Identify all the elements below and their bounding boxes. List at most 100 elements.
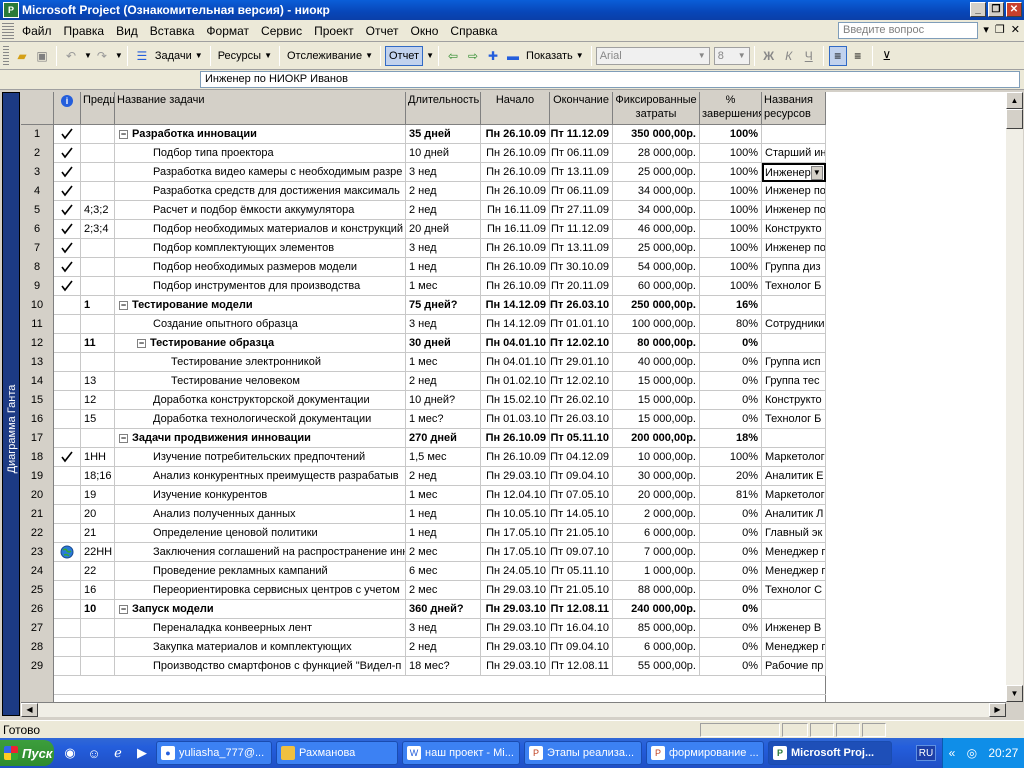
- row-number[interactable]: 29: [21, 657, 54, 676]
- start-cell[interactable]: Пн 26.10.09: [481, 448, 550, 467]
- percent-complete-cell[interactable]: 0%: [700, 410, 762, 429]
- percent-complete-cell[interactable]: 0%: [700, 657, 762, 676]
- indicators-header[interactable]: i: [54, 92, 81, 125]
- table-row[interactable]: 12 11− Тестирование образца 30 дней Пн 04.01…: [21, 334, 826, 353]
- start-cell[interactable]: Пн 29.03.10: [481, 467, 550, 486]
- row-number[interactable]: 1: [21, 125, 54, 144]
- scroll-down-icon[interactable]: ▼: [1006, 685, 1023, 702]
- table-row[interactable]: 4 Разработка средств для достижения макси…: [21, 182, 826, 201]
- collapse-icon[interactable]: −: [119, 300, 128, 310]
- finish-cell[interactable]: Пт 05.11.10: [550, 429, 613, 448]
- resource-cell[interactable]: [762, 334, 826, 353]
- taskbar-button-word[interactable]: Wнаш проект - Mi...: [402, 741, 520, 765]
- open-folder-icon[interactable]: ▰: [13, 47, 31, 65]
- predecessor-cell[interactable]: [81, 315, 115, 334]
- table-row[interactable]: 24 22 Проведение рекламных кампаний 6 мес Пн…: [21, 562, 826, 581]
- predecessor-cell[interactable]: [81, 619, 115, 638]
- start-cell[interactable]: Пн 17.05.10: [481, 524, 550, 543]
- resource-cell[interactable]: Менеджер п: [762, 543, 826, 562]
- row-number[interactable]: 13: [21, 353, 54, 372]
- percent-complete-cell[interactable]: 0%: [700, 353, 762, 372]
- collapse-icon[interactable]: −: [119, 433, 128, 443]
- taskbar-button-folder[interactable]: Рахманова: [276, 741, 398, 765]
- finish-cell[interactable]: Пт 21.05.10: [550, 524, 613, 543]
- menu-edit[interactable]: Правка: [58, 24, 111, 38]
- finish-cell[interactable]: Пт 26.02.10: [550, 391, 613, 410]
- finish-cell[interactable]: Пт 12.02.10: [550, 372, 613, 391]
- duration-cell[interactable]: 2 нед: [406, 201, 481, 220]
- row-number[interactable]: 17: [21, 429, 54, 448]
- menu-file[interactable]: Файл: [16, 24, 58, 38]
- start-cell[interactable]: Пн 17.05.10: [481, 543, 550, 562]
- table-row[interactable]: 19 18;16 Анализ конкурентных преимуществ р…: [21, 467, 826, 486]
- start-cell[interactable]: Пн 29.03.10: [481, 600, 550, 619]
- fixed-cost-cell[interactable]: 7 000,00р.: [613, 543, 700, 562]
- task-name-cell[interactable]: − Задачи продвижения инновации: [115, 429, 406, 448]
- table-row[interactable]: 20 19 Изучение конкурентов 1 мес Пн 12.04.10…: [21, 486, 826, 505]
- task-name-cell[interactable]: Подбор типа проектора: [115, 144, 406, 163]
- finish-cell[interactable]: Пт 27.11.09: [550, 201, 613, 220]
- table-row[interactable]: 15 12 Доработка конструкторской документац…: [21, 391, 826, 410]
- predecessor-cell[interactable]: 20: [81, 505, 115, 524]
- percent-complete-cell[interactable]: 0%: [700, 524, 762, 543]
- predecessor-cell[interactable]: [81, 125, 115, 144]
- scroll-right-icon[interactable]: ▶: [989, 703, 1006, 717]
- table-row[interactable]: 1− Разработка инновации 35 дней Пн 26.10.09…: [21, 125, 826, 144]
- percent-complete-cell[interactable]: 0%: [700, 619, 762, 638]
- table-row[interactable]: 18 1НН Изучение потребительских предпочтен…: [21, 448, 826, 467]
- row-number[interactable]: 26: [21, 600, 54, 619]
- horizontal-scrollbar[interactable]: ◀ ▶: [21, 702, 1006, 717]
- scroll-up-icon[interactable]: ▲: [1006, 92, 1023, 109]
- collapse-icon[interactable]: −: [119, 604, 128, 614]
- align-center-icon[interactable]: ≡: [849, 47, 867, 65]
- task-name-cell[interactable]: Разработка средств для достижения максим…: [115, 182, 406, 201]
- percent-complete-cell[interactable]: 100%: [700, 163, 762, 182]
- row-number[interactable]: 16: [21, 410, 54, 429]
- percent-complete-cell[interactable]: 100%: [700, 125, 762, 144]
- task-name-cell[interactable]: Тестирование электронникой: [115, 353, 406, 372]
- percent-complete-cell[interactable]: 100%: [700, 182, 762, 201]
- predecessor-cell[interactable]: 1НН: [81, 448, 115, 467]
- predecessor-cell[interactable]: 1: [81, 296, 115, 315]
- fixed-cost-cell[interactable]: 60 000,00р.: [613, 277, 700, 296]
- finish-cell[interactable]: Пт 09.04.10: [550, 467, 613, 486]
- doc-close-icon[interactable]: ✕: [1011, 23, 1020, 36]
- finish-cell[interactable]: Пт 14.05.10: [550, 505, 613, 524]
- duration-cell[interactable]: 10 дней?: [406, 391, 481, 410]
- resources-header[interactable]: Названия ресурсов: [762, 92, 826, 125]
- finish-cell[interactable]: Пт 09.04.10: [550, 638, 613, 657]
- table-row[interactable]: 13 Тестирование электронникой 1 мес Пн 04.0…: [21, 353, 826, 372]
- duration-cell[interactable]: 20 дней: [406, 220, 481, 239]
- start-cell[interactable]: Пн 04.01.10: [481, 334, 550, 353]
- percent-complete-cell[interactable]: 0%: [700, 581, 762, 600]
- resource-cell[interactable]: Технолог Б: [762, 277, 826, 296]
- table-row[interactable]: 29 Производство смартфонов с функцией "Ви…: [21, 657, 826, 676]
- row-number[interactable]: 3: [21, 163, 54, 182]
- fixed-cost-cell[interactable]: 28 000,00р.: [613, 144, 700, 163]
- duration-cell[interactable]: 3 нед: [406, 239, 481, 258]
- minus-icon[interactable]: ▬: [504, 47, 522, 65]
- fixed-cost-cell[interactable]: 350 000,00р.: [613, 125, 700, 144]
- percent-complete-cell[interactable]: 100%: [700, 448, 762, 467]
- row-number[interactable]: 11: [21, 315, 54, 334]
- duration-cell[interactable]: 1 мес: [406, 353, 481, 372]
- predecessor-cell[interactable]: [81, 429, 115, 448]
- predecessor-cell[interactable]: 10: [81, 600, 115, 619]
- fixed-cost-cell[interactable]: 88 000,00р.: [613, 581, 700, 600]
- media-icon[interactable]: ▶: [132, 743, 152, 763]
- filter-icon[interactable]: ⊻: [878, 47, 896, 65]
- close-button[interactable]: ✕: [1006, 2, 1022, 17]
- percent-complete-cell[interactable]: 100%: [700, 201, 762, 220]
- predecessor-cell[interactable]: 16: [81, 581, 115, 600]
- doc-restore-icon[interactable]: ❐: [995, 23, 1005, 36]
- menu-format[interactable]: Формат: [200, 24, 255, 38]
- resource-cell[interactable]: Аналитик Л: [762, 505, 826, 524]
- row-number[interactable]: 22: [21, 524, 54, 543]
- resource-cell[interactable]: [762, 600, 826, 619]
- percent-complete-cell[interactable]: 100%: [700, 239, 762, 258]
- row-number[interactable]: 10: [21, 296, 54, 315]
- table-row[interactable]: 27 Переналадка конвеерных лент 3 нед Пн 29.…: [21, 619, 826, 638]
- start-cell[interactable]: Пн 29.03.10: [481, 638, 550, 657]
- resource-cell[interactable]: Группа тес: [762, 372, 826, 391]
- row-number[interactable]: 15: [21, 391, 54, 410]
